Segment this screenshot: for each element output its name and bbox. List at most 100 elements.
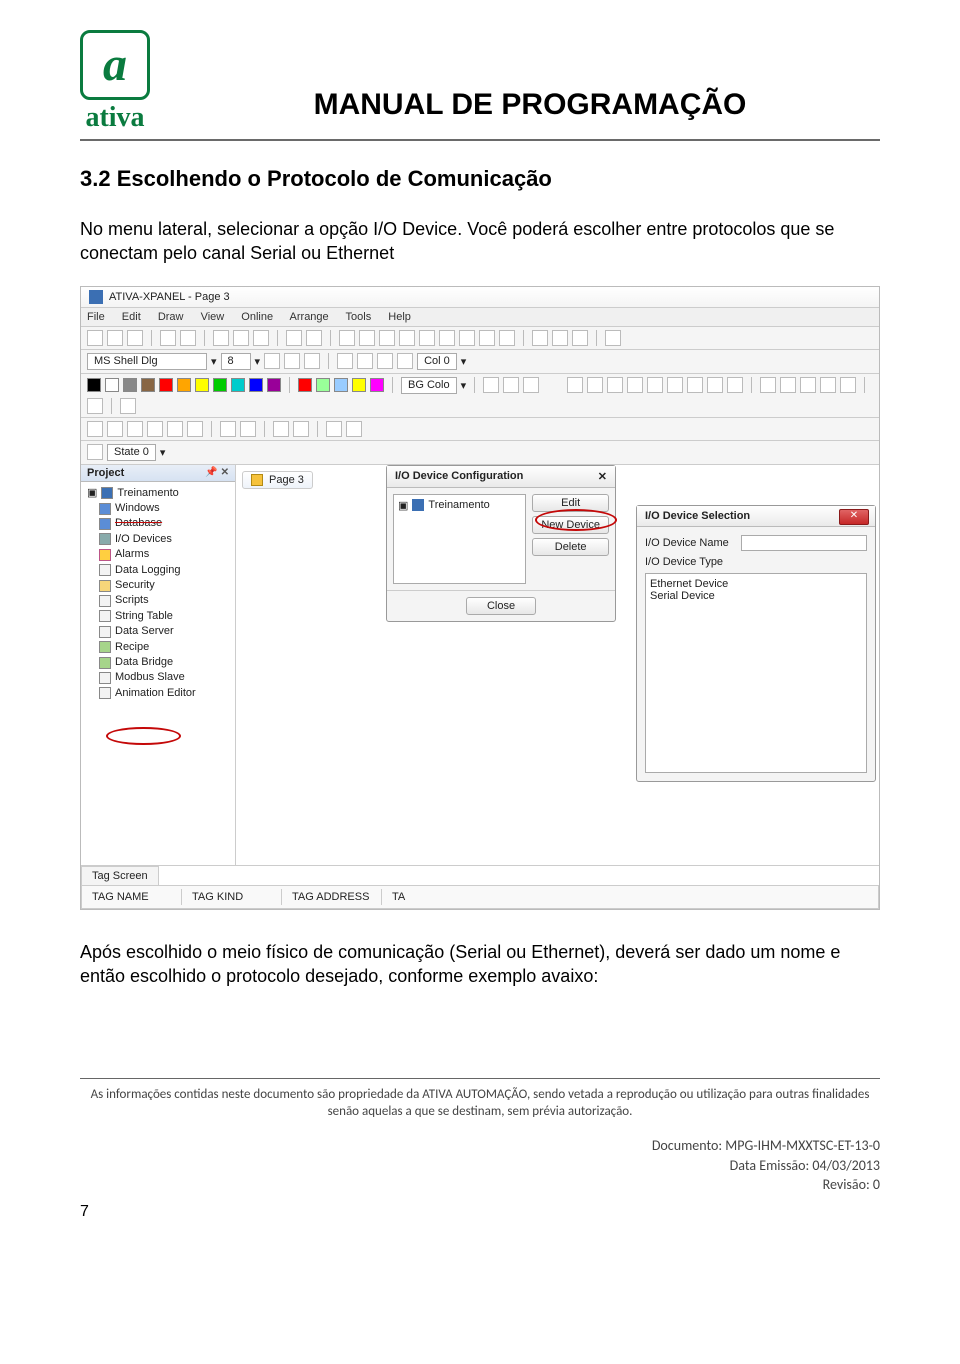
type-serial[interactable]: Serial Device bbox=[650, 590, 862, 602]
samew-icon[interactable] bbox=[293, 421, 309, 437]
tree-datalogging[interactable]: Data Logging bbox=[115, 563, 180, 578]
device-name-input[interactable] bbox=[741, 535, 867, 551]
device-type-list[interactable]: Ethernet Device Serial Device bbox=[645, 573, 867, 773]
download-icon[interactable] bbox=[552, 330, 568, 346]
refresh-icon[interactable] bbox=[87, 444, 103, 460]
menu-arrange[interactable]: Arrange bbox=[290, 311, 329, 323]
new-icon[interactable] bbox=[87, 330, 103, 346]
grid-icon[interactable] bbox=[339, 330, 355, 346]
copy-icon[interactable] bbox=[233, 330, 249, 346]
tree-stringtable[interactable]: String Table bbox=[115, 609, 173, 624]
tree-databridge[interactable]: Data Bridge bbox=[115, 655, 173, 670]
pointer-icon[interactable] bbox=[567, 377, 583, 393]
tool9-icon[interactable] bbox=[499, 330, 515, 346]
edit-button[interactable]: Edit bbox=[532, 494, 609, 512]
tool-icon[interactable] bbox=[306, 330, 322, 346]
back-icon[interactable] bbox=[346, 421, 362, 437]
curve-icon[interactable] bbox=[687, 377, 703, 393]
find-icon[interactable] bbox=[286, 330, 302, 346]
swatch-yellow2[interactable] bbox=[352, 378, 366, 392]
ungroup-icon[interactable] bbox=[87, 398, 103, 414]
close-icon[interactable]: ✕ bbox=[839, 509, 869, 525]
tree-iodevices[interactable]: I/O Devices bbox=[115, 532, 172, 547]
italic-icon[interactable] bbox=[304, 353, 320, 369]
front-icon[interactable] bbox=[326, 421, 342, 437]
tool2-icon[interactable] bbox=[359, 330, 375, 346]
align-c-icon[interactable] bbox=[107, 421, 123, 437]
swatch-orange[interactable] bbox=[177, 378, 191, 392]
tool6-icon[interactable] bbox=[439, 330, 455, 346]
swatch-gray[interactable] bbox=[123, 378, 137, 392]
align-stretch-icon[interactable] bbox=[397, 353, 413, 369]
lib5-icon[interactable] bbox=[840, 377, 856, 393]
swatch-red[interactable] bbox=[159, 378, 173, 392]
circle-icon[interactable] bbox=[627, 377, 643, 393]
dist-h-icon[interactable] bbox=[220, 421, 236, 437]
polygon-icon[interactable] bbox=[667, 377, 683, 393]
align-left-icon[interactable] bbox=[337, 353, 353, 369]
align-m-icon[interactable] bbox=[167, 421, 183, 437]
tree-security[interactable]: Security bbox=[115, 578, 155, 593]
tree-anim[interactable]: Animation Editor bbox=[115, 686, 196, 701]
underline-icon[interactable] bbox=[284, 353, 300, 369]
project-tree[interactable]: ▣Treinamento Windows Database I/O Device… bbox=[81, 482, 235, 705]
tree-dataserver[interactable]: Data Server bbox=[115, 624, 174, 639]
close-button[interactable]: Close bbox=[466, 597, 536, 615]
text-box-icon[interactable] bbox=[503, 377, 519, 393]
type-ethernet[interactable]: Ethernet Device bbox=[650, 578, 862, 590]
io-dialog-item[interactable]: Treinamento bbox=[428, 499, 489, 511]
menu-tools[interactable]: Tools bbox=[346, 311, 372, 323]
picture-icon[interactable] bbox=[120, 398, 136, 414]
swatch-yellow[interactable] bbox=[195, 378, 209, 392]
run-icon[interactable] bbox=[532, 330, 548, 346]
swatch-lgreen[interactable] bbox=[316, 378, 330, 392]
menu-help[interactable]: Help bbox=[388, 311, 411, 323]
page-tab[interactable]: Page 3 bbox=[242, 471, 313, 489]
tree-recipe[interactable]: Recipe bbox=[115, 640, 149, 655]
menu-draw[interactable]: Draw bbox=[158, 311, 184, 323]
tool5-icon[interactable] bbox=[419, 330, 435, 346]
cut-icon[interactable] bbox=[213, 330, 229, 346]
bg-color-combo[interactable]: BG Colo bbox=[401, 377, 457, 394]
align-b-icon[interactable] bbox=[187, 421, 203, 437]
tree-alarms[interactable]: Alarms bbox=[115, 547, 149, 562]
tree-windows[interactable]: Windows bbox=[115, 501, 160, 516]
swatch-black[interactable] bbox=[87, 378, 101, 392]
io-dialog-list[interactable]: ▣Treinamento bbox=[393, 494, 526, 584]
arc-icon[interactable] bbox=[647, 377, 663, 393]
swatch-white[interactable] bbox=[105, 378, 119, 392]
state-combo[interactable]: State 0 bbox=[107, 444, 156, 461]
sameh-icon[interactable] bbox=[273, 421, 289, 437]
lib1-icon[interactable] bbox=[760, 377, 776, 393]
swatch-blue[interactable] bbox=[249, 378, 263, 392]
align-right-icon[interactable] bbox=[377, 353, 393, 369]
rect-icon[interactable] bbox=[607, 377, 623, 393]
tool7-icon[interactable] bbox=[459, 330, 475, 346]
tool4-icon[interactable] bbox=[399, 330, 415, 346]
preview-icon[interactable] bbox=[180, 330, 196, 346]
menu-edit[interactable]: Edit bbox=[122, 311, 141, 323]
paste-icon[interactable] bbox=[253, 330, 269, 346]
lib3-icon[interactable] bbox=[800, 377, 816, 393]
delete-button[interactable]: Delete bbox=[532, 538, 609, 556]
dist-v-icon[interactable] bbox=[240, 421, 256, 437]
text-tool-icon[interactable] bbox=[727, 377, 743, 393]
font-name-combo[interactable]: MS Shell Dlg bbox=[87, 353, 207, 370]
swatch-cyan[interactable] bbox=[231, 378, 245, 392]
help-icon[interactable] bbox=[605, 330, 621, 346]
tree-database[interactable]: Database bbox=[115, 516, 162, 531]
align-t-icon[interactable] bbox=[147, 421, 163, 437]
tool8-icon[interactable] bbox=[479, 330, 495, 346]
new-device-button[interactable]: New Device bbox=[532, 516, 609, 534]
swatch-brown[interactable] bbox=[141, 378, 155, 392]
print-icon[interactable] bbox=[160, 330, 176, 346]
swatch-magenta[interactable] bbox=[370, 378, 384, 392]
menu-file[interactable]: File bbox=[87, 311, 105, 323]
shape-icon[interactable] bbox=[707, 377, 723, 393]
checker-icon[interactable] bbox=[523, 377, 539, 393]
pin-icon[interactable]: 📌 ✕ bbox=[205, 467, 229, 478]
tag-screen-tab[interactable]: Tag Screen bbox=[81, 866, 159, 885]
col-combo[interactable]: Col 0 bbox=[417, 353, 457, 370]
tree-scripts[interactable]: Scripts bbox=[115, 593, 149, 608]
save-icon[interactable] bbox=[127, 330, 143, 346]
